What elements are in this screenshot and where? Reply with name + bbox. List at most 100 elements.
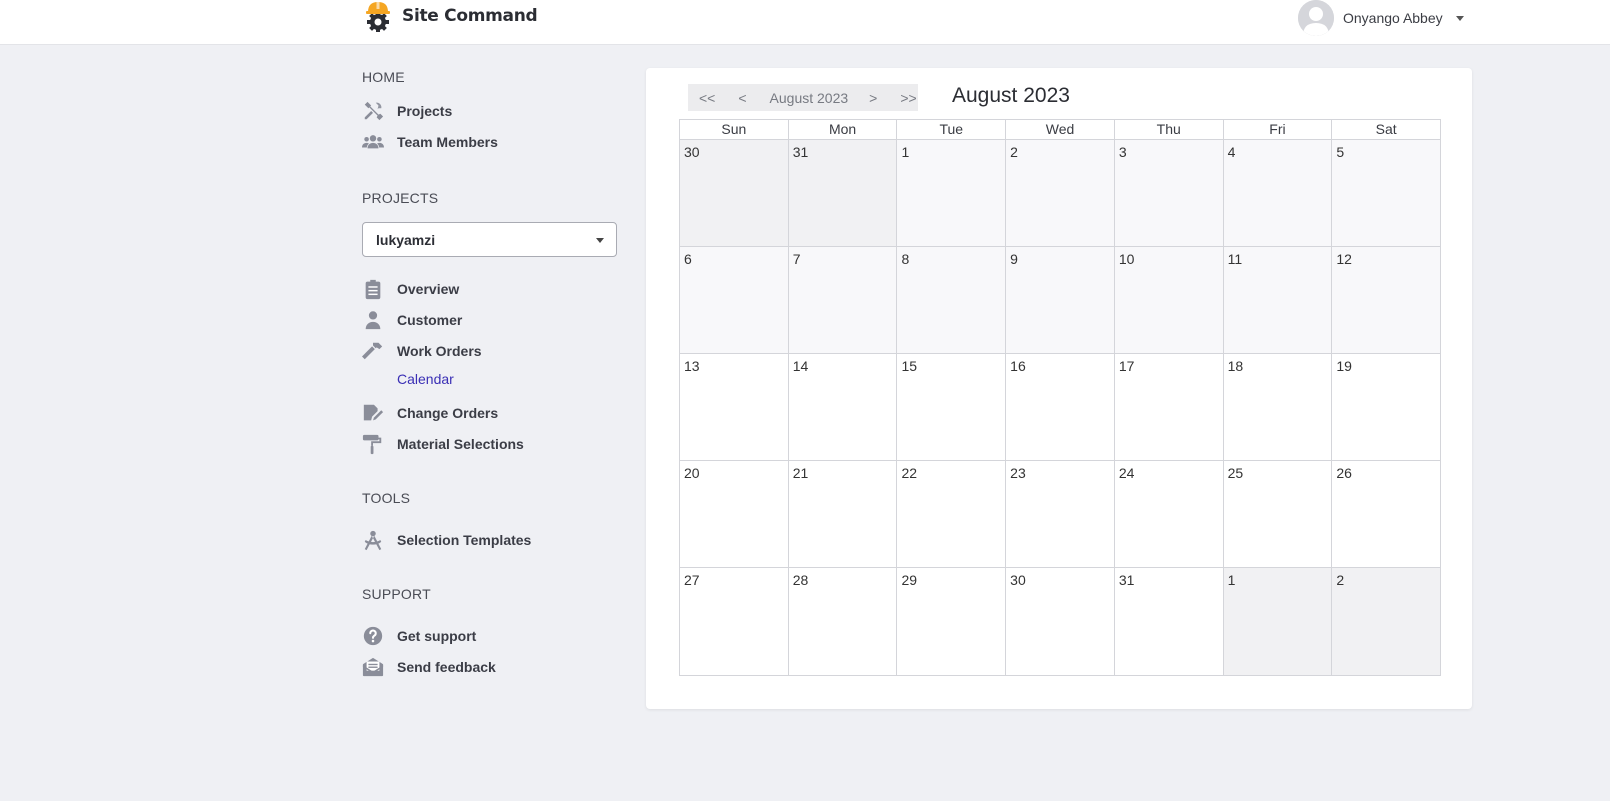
question-circle-icon bbox=[362, 625, 384, 647]
day-number: 13 bbox=[684, 358, 700, 374]
top-bar: Site Command Onyango Abbey bbox=[0, 0, 1610, 45]
month-label[interactable]: August 2023 bbox=[770, 90, 849, 106]
calendar-day[interactable]: 3 bbox=[1114, 140, 1224, 246]
prev-button[interactable]: < bbox=[738, 90, 746, 106]
day-number: 1 bbox=[1227, 572, 1236, 588]
last-button[interactable]: >> bbox=[900, 90, 916, 106]
calendar-day[interactable]: 30 bbox=[680, 140, 789, 246]
day-number: 27 bbox=[684, 572, 700, 588]
calendar-day[interactable]: 31 bbox=[788, 140, 898, 246]
sidebar-item-get-support[interactable]: Get support bbox=[362, 624, 622, 648]
calendar-day[interactable]: 24 bbox=[1114, 461, 1224, 567]
calendar-day[interactable]: 1 bbox=[897, 140, 1007, 246]
sidebar-item-send-feedback[interactable]: Send feedback bbox=[362, 655, 622, 679]
drafting-compass-icon bbox=[362, 529, 384, 551]
calendar-day[interactable]: 27 bbox=[680, 568, 789, 675]
user-menu[interactable]: Onyango Abbey bbox=[1298, 0, 1464, 36]
sidebar-item-projects[interactable]: Projects bbox=[362, 99, 622, 123]
calendar-day[interactable]: 31 bbox=[1114, 568, 1224, 675]
calendar-day[interactable]: 11 bbox=[1223, 247, 1333, 353]
day-number: 26 bbox=[1336, 465, 1352, 481]
calendar-day[interactable]: 20 bbox=[680, 461, 789, 567]
calendar-day[interactable]: 4 bbox=[1223, 140, 1333, 246]
calendar-day[interactable]: 6 bbox=[680, 247, 789, 353]
chevron-down-icon bbox=[1455, 15, 1464, 21]
project-select-value: lukyamzi bbox=[376, 231, 436, 248]
sidebar-item-selection-templates[interactable]: Selection Templates bbox=[362, 528, 622, 552]
calendar-day[interactable]: 17 bbox=[1114, 354, 1224, 460]
hammer-icon bbox=[362, 340, 384, 362]
file-signature-icon bbox=[362, 402, 384, 424]
day-number: 3 bbox=[1118, 144, 1127, 160]
calendar-day[interactable]: 13 bbox=[680, 354, 789, 460]
calendar-day[interactable]: 8 bbox=[897, 247, 1007, 353]
weekday-header: Sun Mon Tue Wed Thu Fri Sat bbox=[680, 120, 1440, 140]
day-number: 4 bbox=[1227, 144, 1236, 160]
project-select[interactable]: lukyamzi bbox=[362, 222, 617, 257]
sidebar-item-change-orders[interactable]: Change Orders bbox=[362, 401, 622, 425]
chevron-down-icon bbox=[596, 238, 604, 243]
calendar-day[interactable]: 28 bbox=[788, 568, 898, 675]
calendar-navigation: << < August 2023 > >> bbox=[688, 84, 918, 111]
calendar-day[interactable]: 14 bbox=[788, 354, 898, 460]
day-number: 21 bbox=[792, 465, 809, 481]
calendar-week: 6 7 8 9 10 11 12 bbox=[680, 247, 1441, 354]
calendar-day[interactable]: 2 bbox=[1332, 568, 1441, 675]
brand[interactable]: Site Command bbox=[362, 0, 538, 32]
calendar-day[interactable]: 5 bbox=[1332, 140, 1441, 246]
first-button[interactable]: << bbox=[699, 90, 715, 106]
day-number: 31 bbox=[792, 144, 809, 160]
day-number: 20 bbox=[684, 465, 700, 481]
calendar-day[interactable]: 29 bbox=[897, 568, 1007, 675]
day-number: 30 bbox=[684, 144, 700, 160]
calendar-day[interactable]: 1 bbox=[1223, 568, 1333, 675]
sidebar-item-work-orders[interactable]: Work Orders bbox=[362, 339, 622, 363]
paint-roller-icon bbox=[362, 433, 384, 455]
weekday-thu: Thu bbox=[1115, 120, 1224, 139]
sidebar-item-overview[interactable]: Overview bbox=[362, 277, 622, 301]
sidebar-item-customer[interactable]: Customer bbox=[362, 308, 622, 332]
calendar-day[interactable]: 25 bbox=[1223, 461, 1333, 567]
calendar-day[interactable]: 9 bbox=[1006, 247, 1115, 353]
sidebar-item-calendar[interactable]: Calendar bbox=[397, 371, 454, 387]
calendar-day[interactable]: 19 bbox=[1332, 354, 1441, 460]
calendar-day[interactable]: 21 bbox=[788, 461, 898, 567]
day-number: 2 bbox=[1010, 144, 1018, 160]
sidebar-item-label: Projects bbox=[397, 103, 453, 119]
day-number: 16 bbox=[1010, 358, 1026, 374]
weekday-sat: Sat bbox=[1375, 121, 1397, 137]
calendar-day[interactable]: 10 bbox=[1114, 247, 1224, 353]
day-number: 17 bbox=[1118, 358, 1135, 374]
weekday-fri: Fri bbox=[1224, 120, 1333, 139]
envelope-open-text-icon bbox=[362, 656, 384, 678]
calendar-day[interactable]: 12 bbox=[1332, 247, 1441, 353]
next-button[interactable]: > bbox=[869, 90, 877, 106]
calendar-day[interactable]: 23 bbox=[1006, 461, 1115, 567]
calendar-card: << < August 2023 > >> August 2023 Sun Mo… bbox=[646, 68, 1472, 709]
calendar-day[interactable]: 26 bbox=[1332, 461, 1441, 567]
weekday-tue: Tue bbox=[897, 120, 1007, 139]
calendar-day[interactable]: 22 bbox=[897, 461, 1007, 567]
calendar-day[interactable]: 18 bbox=[1223, 354, 1333, 460]
calendar-day[interactable]: 2 bbox=[1006, 140, 1115, 246]
sidebar-item-team-members[interactable]: Team Members bbox=[362, 130, 622, 154]
day-number: 19 bbox=[1336, 358, 1352, 374]
sidebar-item-label: Work Orders bbox=[397, 343, 482, 359]
weekday-sun: Sun bbox=[680, 120, 789, 139]
day-number: 31 bbox=[1118, 572, 1135, 588]
sidebar-item-label: Overview bbox=[397, 281, 460, 297]
day-number: 6 bbox=[684, 251, 692, 267]
calendar-day[interactable]: 7 bbox=[788, 247, 898, 353]
calendar-day[interactable]: 15 bbox=[897, 354, 1007, 460]
day-number: 22 bbox=[901, 465, 918, 481]
day-number: 14 bbox=[792, 358, 809, 374]
sidebar-item-label: Customer bbox=[397, 312, 463, 328]
day-number: 25 bbox=[1227, 465, 1244, 481]
calendar-day[interactable]: 16 bbox=[1006, 354, 1115, 460]
day-number: 5 bbox=[1336, 144, 1345, 160]
sidebar-item-material-selections[interactable]: Material Selections bbox=[362, 432, 622, 456]
calendar-day[interactable]: 30 bbox=[1006, 568, 1115, 675]
sidebar-item-label: Team Members bbox=[397, 134, 498, 150]
day-number: 18 bbox=[1227, 358, 1244, 374]
user-name: Onyango Abbey bbox=[1343, 10, 1443, 26]
